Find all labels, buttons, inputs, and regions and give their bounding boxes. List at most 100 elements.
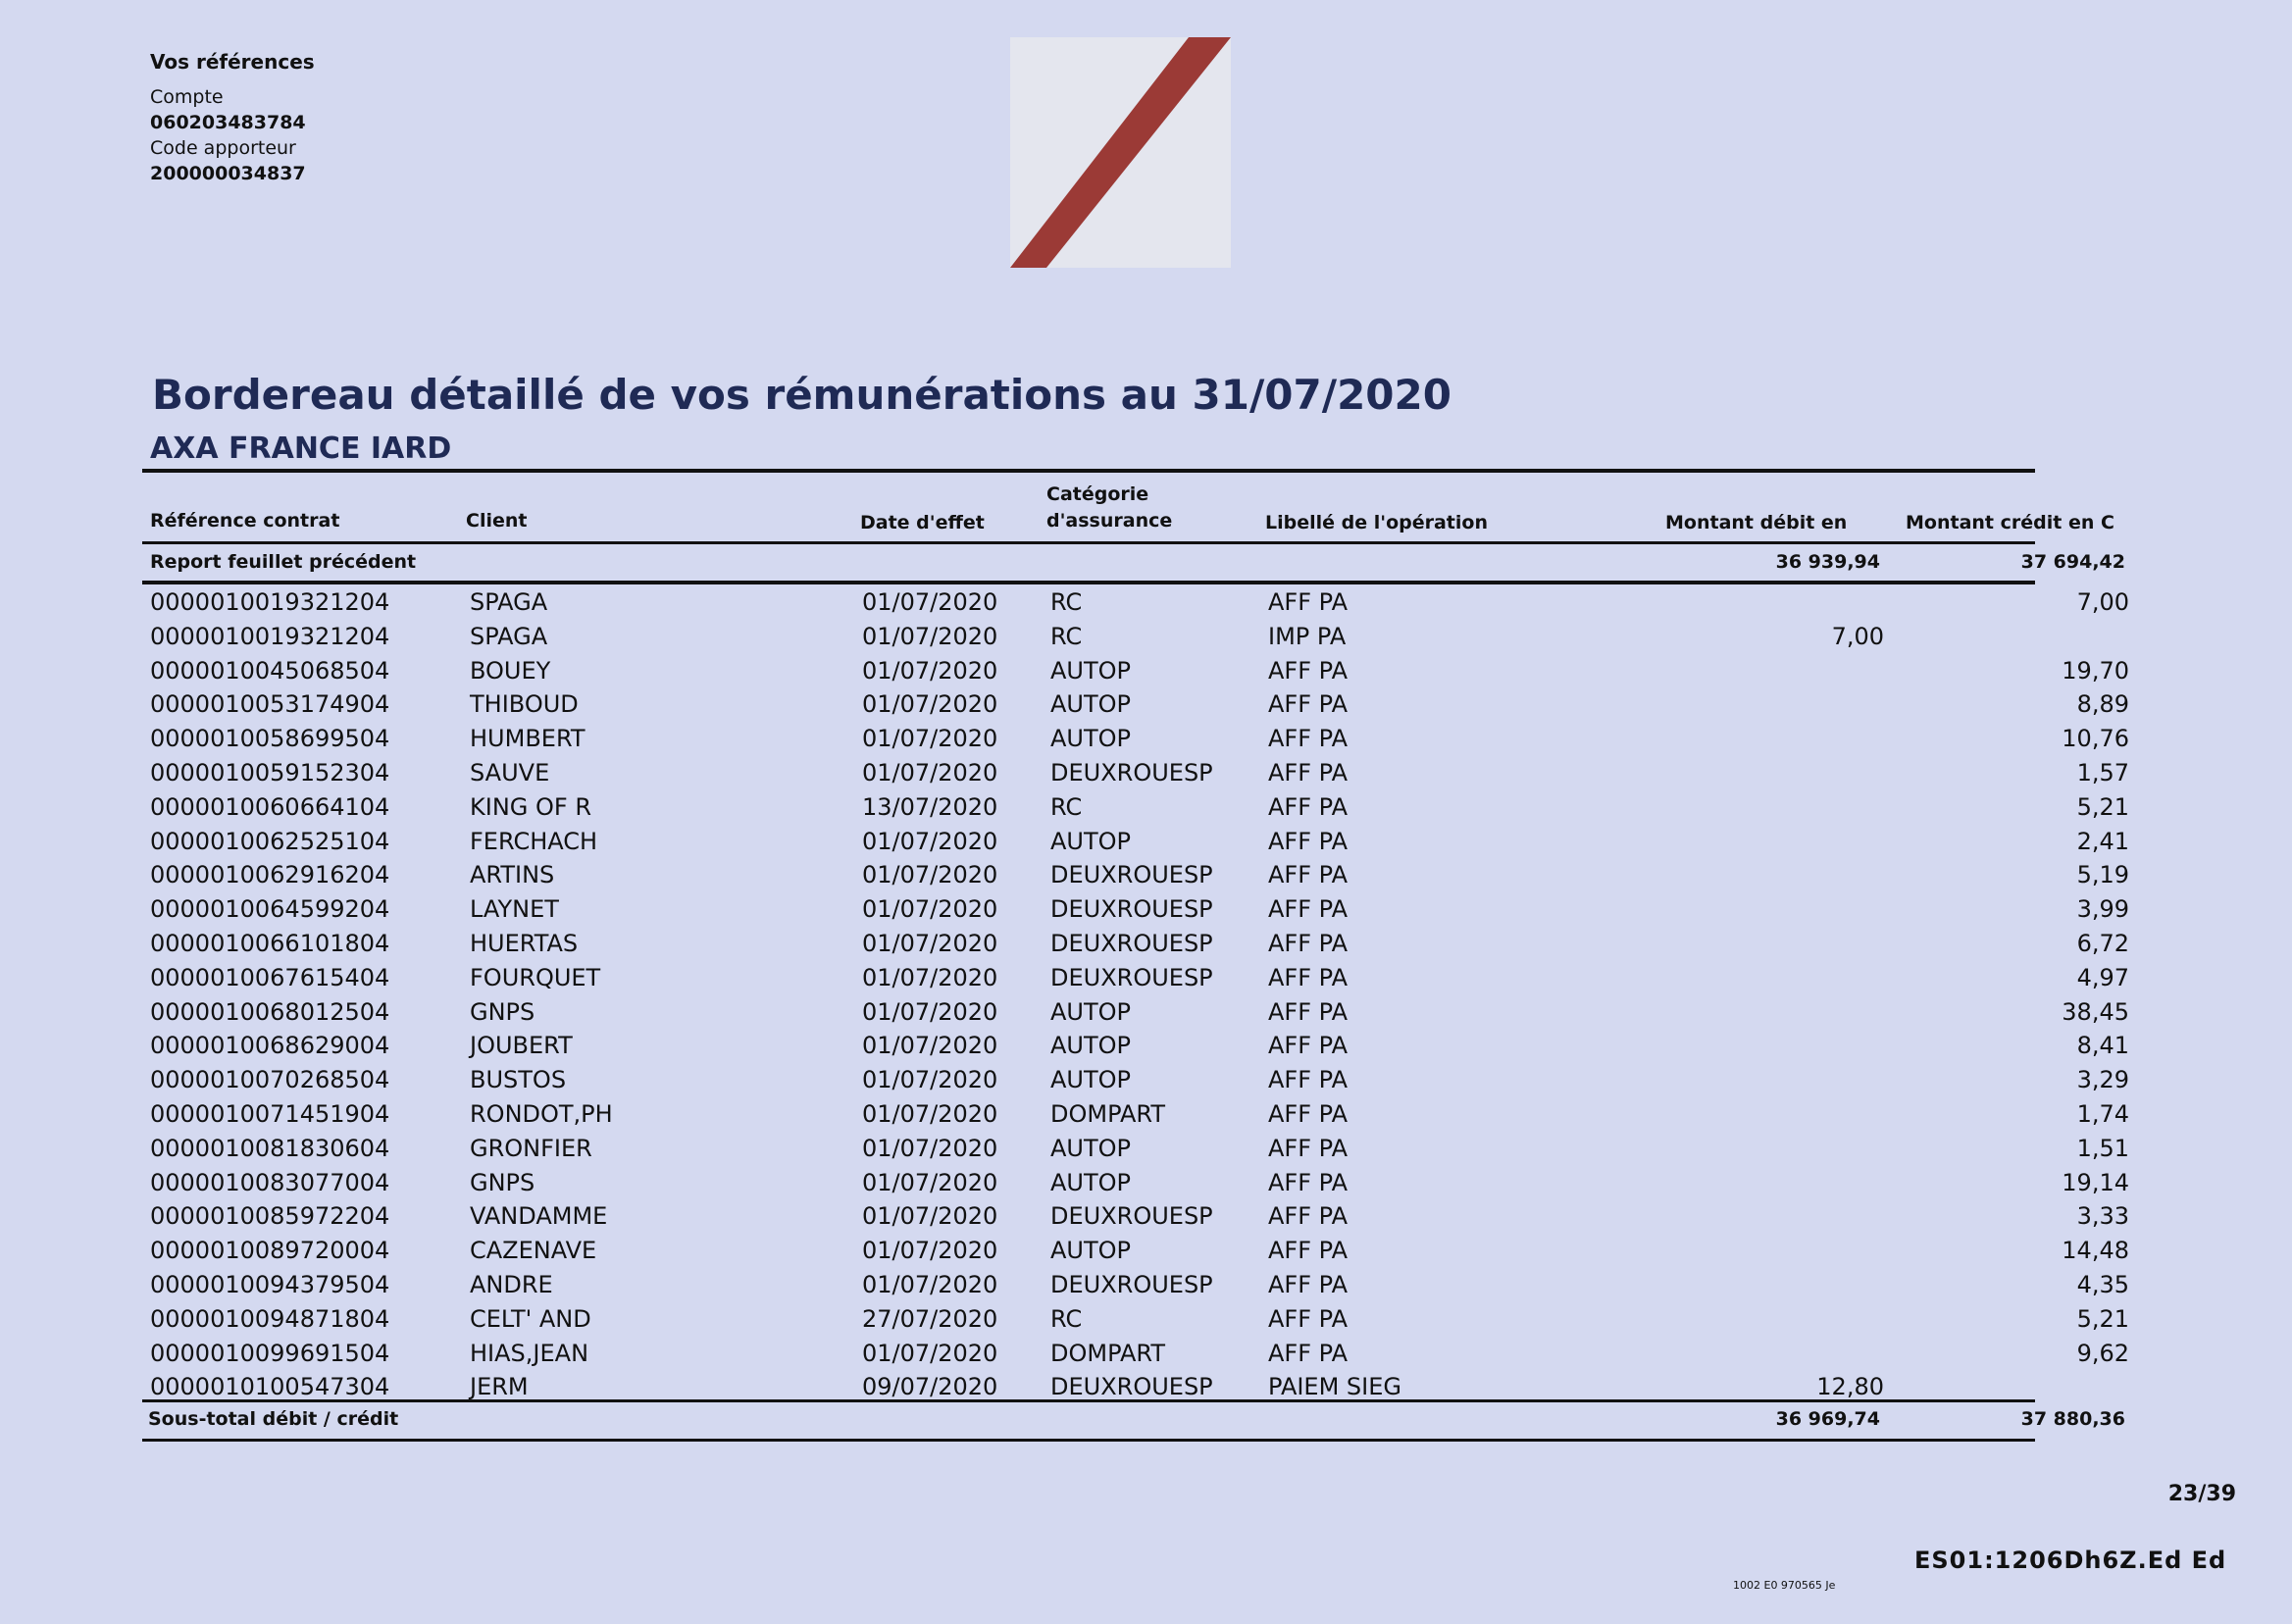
cell-credit: 19,70 xyxy=(2062,656,2129,685)
cell-lib: AFF PA xyxy=(1268,1066,1349,1094)
cell-cat: AUTOP xyxy=(1050,690,1132,719)
cell-client: KING OF R xyxy=(470,792,591,821)
cell-ref: 0000010019321204 xyxy=(150,622,390,650)
provider-code-value: 200000034837 xyxy=(150,163,306,184)
cell-date: 01/07/2020 xyxy=(862,827,998,855)
cell-client: RONDOT,PH xyxy=(470,1099,613,1128)
header-credit: Montant crédit en C xyxy=(1906,512,2114,533)
cell-lib: AFF PA xyxy=(1268,758,1349,787)
carry-forward-label: Report feuillet précédent xyxy=(150,551,417,573)
cell-lib: IMP PA xyxy=(1268,622,1347,650)
cell-client: JOUBERT xyxy=(470,1032,573,1060)
cell-lib: AFF PA xyxy=(1268,861,1349,889)
cell-credit: 5,21 xyxy=(2076,1304,2129,1333)
table-row: 0000010058699504 HUMBERT 01/07/2020 AUTOP AF… xyxy=(0,722,2292,756)
table-row: 0000010089720004 CAZENAVE 01/07/2020 AUTOP A… xyxy=(0,1234,2292,1268)
subtotal-bottom-rule xyxy=(142,1439,2035,1442)
table-row: 0000010045068504 BOUEY 01/07/2020 AUTOP AFF … xyxy=(0,654,2292,688)
header-top-rule xyxy=(142,469,2035,473)
cell-ref: 0000010068629004 xyxy=(150,1032,390,1060)
cell-date: 01/07/2020 xyxy=(862,963,998,991)
cell-client: THIBOUD xyxy=(470,690,579,719)
subtotal-label: Sous-total débit / crédit xyxy=(148,1408,399,1430)
cell-credit: 9,62 xyxy=(2076,1339,2129,1367)
provider-code-label: Code apporteur xyxy=(150,137,296,159)
cell-cat: DOMPART xyxy=(1050,1099,1166,1128)
cell-cat: DEUXROUESP xyxy=(1050,1270,1213,1298)
cell-date: 01/07/2020 xyxy=(862,1099,998,1128)
cell-client: BOUEY xyxy=(470,656,551,685)
cell-date: 01/07/2020 xyxy=(862,861,998,889)
cell-lib: AFF PA xyxy=(1268,1032,1349,1060)
cell-ref: 0000010083077004 xyxy=(150,1168,390,1196)
table-row: 0000010053174904 THIBOUD 01/07/2020 AUTOP AF… xyxy=(0,687,2292,722)
cell-ref: 0000010066101804 xyxy=(150,929,390,957)
cell-date: 01/07/2020 xyxy=(862,1032,998,1060)
table-row: 0000010083077004 GNPS 01/07/2020 AUTOP AFF P… xyxy=(0,1166,2292,1200)
table-row: 0000010062916204 ARTINS 01/07/2020 DEUXROUE… xyxy=(0,858,2292,892)
table-row: 0000010062525104 FERCHACH 01/07/2020 AUTOP A… xyxy=(0,825,2292,859)
cell-client: HUMBERT xyxy=(470,725,586,753)
page-number: 23/39 xyxy=(2167,1482,2236,1506)
cell-lib: AFF PA xyxy=(1268,1339,1349,1367)
cell-date: 01/07/2020 xyxy=(862,1270,998,1298)
cell-credit: 4,35 xyxy=(2076,1270,2129,1298)
cell-client: SAUVE xyxy=(470,758,550,787)
cell-date: 01/07/2020 xyxy=(862,895,998,924)
cell-lib: AFF PA xyxy=(1268,1134,1349,1162)
cell-ref: 0000010059152304 xyxy=(150,758,390,787)
cell-ref: 0000010067615404 xyxy=(150,963,390,991)
account-value: 060203483784 xyxy=(150,112,306,133)
table-row: 0000010019321204 SPAGA 01/07/2020 RC AFF PA 7… xyxy=(0,585,2292,620)
cell-client: LAYNET xyxy=(470,895,559,924)
cell-cat: AUTOP xyxy=(1050,1032,1132,1060)
references-block: Vos références Compte 060203483784 Code … xyxy=(150,49,315,186)
cell-date: 01/07/2020 xyxy=(862,1168,998,1196)
references-heading: Vos références xyxy=(150,50,315,74)
cell-client: VANDAMME xyxy=(470,1202,608,1231)
cell-client: GNPS xyxy=(470,1168,535,1196)
cell-credit: 1,51 xyxy=(2076,1134,2129,1162)
cell-cat: DEUXROUESP xyxy=(1050,1202,1213,1231)
header-date: Date d'effet xyxy=(860,512,985,533)
header-category: Catégorie d'assurance xyxy=(1046,482,1172,534)
cell-date: 01/07/2020 xyxy=(862,622,998,650)
header-reference: Référence contrat xyxy=(150,510,340,532)
cell-client: GNPS xyxy=(470,997,535,1026)
cell-date: 01/07/2020 xyxy=(862,929,998,957)
header-client: Client xyxy=(466,510,528,532)
cell-cat: AUTOP xyxy=(1050,1134,1132,1162)
table-row: 0000010060664104 KING OF R 13/07/2020 RC AFF… xyxy=(0,790,2292,825)
company-name: AXA FRANCE IARD xyxy=(150,431,452,466)
operations-table: 0000010019321204 SPAGA 01/07/2020 RC AFF PA 7… xyxy=(0,585,2292,1404)
cell-lib: AFF PA xyxy=(1268,1237,1349,1265)
header-libelle: Libellé de l'opération xyxy=(1265,512,1488,533)
cell-cat: DEUXROUESP xyxy=(1050,758,1213,787)
table-row: 0000010019321204 SPAGA 01/07/2020 RC IMP PA 7… xyxy=(0,620,2292,654)
cell-lib: AFF PA xyxy=(1268,895,1349,924)
cell-credit: 3,99 xyxy=(2076,895,2129,924)
cell-client: SPAGA xyxy=(470,588,548,616)
cell-client: SPAGA xyxy=(470,622,548,650)
table-row: 0000010070268504 BUSTOS 01/07/2020 AUTOP AFF… xyxy=(0,1063,2292,1097)
table-row: 0000010094871804 CELT' AND 27/07/2020 RC AFF… xyxy=(0,1302,2292,1337)
cell-credit: 19,14 xyxy=(2062,1168,2129,1196)
cell-cat: RC xyxy=(1050,792,1083,821)
cell-date: 01/07/2020 xyxy=(862,725,998,753)
cell-date: 27/07/2020 xyxy=(862,1304,998,1333)
cell-lib: AFF PA xyxy=(1268,1202,1349,1231)
header-category-line2: d'assurance xyxy=(1046,510,1173,532)
cell-lib: AFF PA xyxy=(1268,929,1349,957)
cell-ref: 0000010062525104 xyxy=(150,827,390,855)
cell-cat: DEUXROUESP xyxy=(1050,929,1213,957)
cell-cat: DEUXROUESP xyxy=(1050,861,1213,889)
cell-date: 01/07/2020 xyxy=(862,588,998,616)
cell-cat: RC xyxy=(1050,1304,1083,1333)
cell-cat: AUTOP xyxy=(1050,1066,1132,1094)
cell-credit: 5,21 xyxy=(2076,792,2129,821)
cell-date: 01/07/2020 xyxy=(862,1066,998,1094)
cell-cat: AUTOP xyxy=(1050,725,1132,753)
cell-ref: 0000010094379504 xyxy=(150,1270,390,1298)
cell-credit: 7,00 xyxy=(2076,588,2129,616)
cell-ref: 0000010045068504 xyxy=(150,656,390,685)
